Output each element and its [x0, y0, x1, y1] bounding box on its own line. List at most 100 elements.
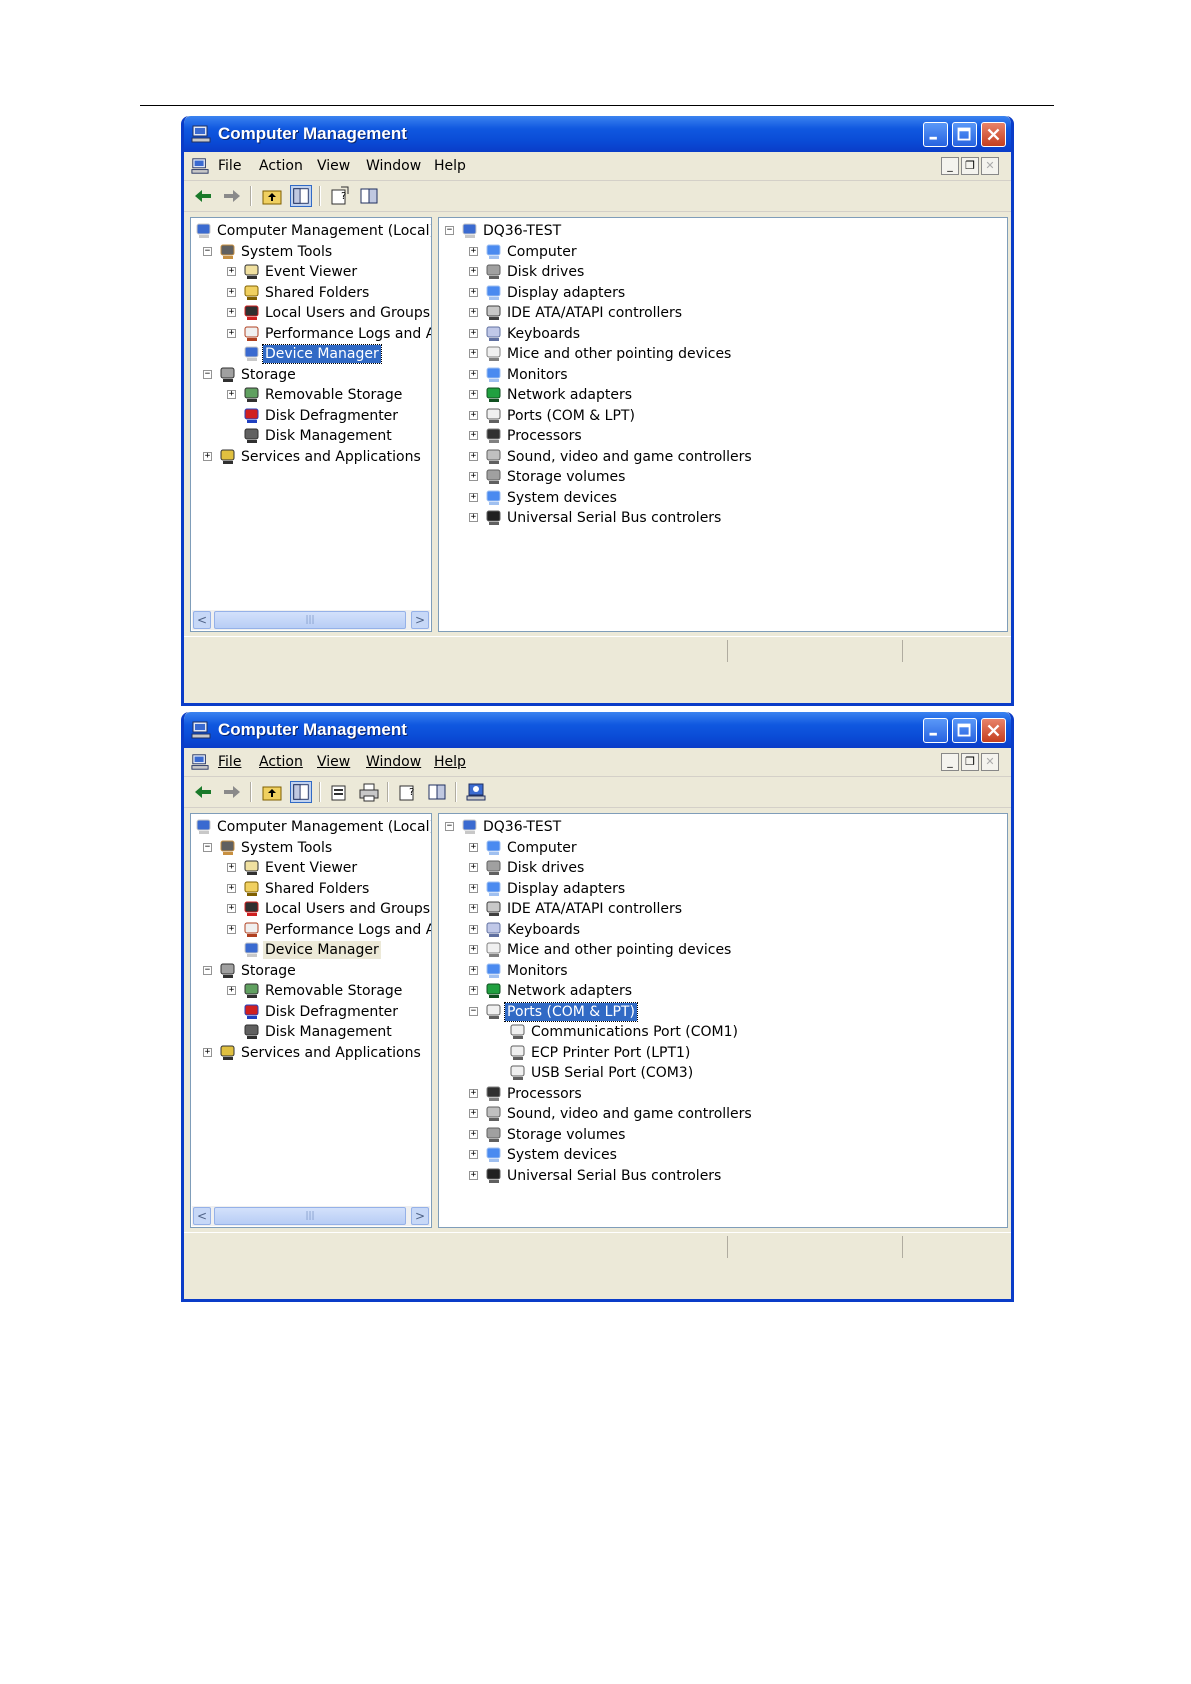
up-folder-icon[interactable] — [261, 781, 283, 803]
expand-icon[interactable]: + — [469, 472, 478, 481]
console-tree-item[interactable]: + Shared Folders — [191, 283, 431, 303]
console-tree-item[interactable]: Disk Management — [191, 1022, 431, 1042]
menu-view[interactable]: View — [317, 158, 350, 174]
close-button[interactable] — [981, 718, 1006, 743]
device-tree-item[interactable]: + Display adapters — [439, 283, 1007, 303]
console-tree-item[interactable]: Computer Management (Local) — [191, 817, 431, 837]
console-tree-item[interactable]: + Services and Applications — [191, 447, 431, 467]
properties-icon[interactable]: ? — [329, 185, 351, 207]
console-tree-item[interactable]: − System Tools — [191, 242, 431, 262]
console-tree-item[interactable]: + Shared Folders — [191, 879, 431, 899]
expand-icon[interactable]: + — [227, 883, 236, 893]
show-hide-tree-icon[interactable] — [290, 781, 312, 803]
expand-icon[interactable]: + — [469, 513, 478, 522]
menu-help[interactable]: Help — [434, 754, 466, 770]
expand-icon[interactable]: + — [469, 1150, 478, 1159]
console-tree-item[interactable]: Disk Management — [191, 426, 431, 446]
expand-icon[interactable]: + — [469, 451, 478, 461]
expand-icon[interactable]: + — [227, 924, 236, 934]
device-tree-item[interactable]: + Computer — [439, 838, 1007, 858]
device-tree-pane[interactable]: − DQ36-TEST + Computer + Disk drives + Disp… — [438, 217, 1008, 632]
console-tree-item[interactable]: + Services and Applications — [191, 1043, 431, 1063]
expand-icon[interactable]: + — [469, 308, 478, 317]
device-tree-item[interactable]: + Network adapters — [439, 981, 1007, 1001]
title-bar[interactable]: Computer Management — [184, 712, 1011, 748]
device-tree-item[interactable]: + Universal Serial Bus controlers — [439, 1166, 1007, 1186]
device-tree-item[interactable]: + System devices — [439, 488, 1007, 508]
device-tree-item[interactable]: USB Serial Port (COM3) — [439, 1063, 1007, 1083]
console-tree-item[interactable]: Device Manager — [191, 940, 431, 960]
expand-icon[interactable]: + — [469, 945, 478, 954]
menu-action[interactable]: Action — [259, 754, 303, 770]
console-tree-item[interactable]: Disk Defragmenter — [191, 1002, 431, 1022]
device-tree-item[interactable]: + Storage volumes — [439, 1125, 1007, 1145]
device-tree-item[interactable]: − DQ36-TEST — [439, 817, 1007, 837]
expand-icon[interactable]: + — [227, 863, 236, 872]
collapse-icon[interactable]: − — [203, 842, 212, 852]
device-tree-item[interactable]: + Sound, video and game controllers — [439, 447, 1007, 467]
expand-icon[interactable]: + — [227, 308, 236, 317]
console-tree-item[interactable]: − Storage — [191, 961, 431, 981]
console-tree-pane[interactable]: Computer Management (Local) − System Tool… — [190, 813, 432, 1228]
expand-icon[interactable]: + — [469, 492, 478, 502]
device-tree-item[interactable]: + System devices — [439, 1145, 1007, 1165]
expand-icon[interactable]: + — [469, 1170, 478, 1180]
show-hide-tree-icon[interactable] — [426, 781, 448, 803]
menu-action[interactable]: Action — [259, 158, 303, 174]
scroll-right-button[interactable]: > — [411, 1207, 429, 1225]
device-tree-item[interactable]: ECP Printer Port (LPT1) — [439, 1043, 1007, 1063]
print-icon[interactable] — [358, 781, 380, 803]
console-tree-item[interactable]: − System Tools — [191, 838, 431, 858]
device-tree-item[interactable]: + Mice and other pointing devices — [439, 940, 1007, 960]
mdi-close-button[interactable]: ✕ — [981, 753, 999, 771]
device-tree-item[interactable]: + Monitors — [439, 365, 1007, 385]
minimize-button[interactable] — [923, 718, 948, 743]
expand-icon[interactable]: + — [469, 1088, 478, 1098]
console-tree-item[interactable]: Disk Defragmenter — [191, 406, 431, 426]
forward-arrow-icon[interactable] — [221, 781, 243, 803]
device-tree-item[interactable]: + Disk drives — [439, 262, 1007, 282]
expand-icon[interactable]: + — [469, 1129, 478, 1139]
device-tree-item[interactable]: + Monitors — [439, 961, 1007, 981]
collapse-icon[interactable]: − — [203, 369, 212, 379]
close-button[interactable] — [981, 122, 1006, 147]
expand-icon[interactable]: + — [469, 431, 478, 440]
device-tree-item[interactable]: + Keyboards — [439, 920, 1007, 940]
device-tree-item[interactable]: + Universal Serial Bus controlers — [439, 508, 1007, 528]
collapse-icon[interactable]: − — [445, 822, 454, 831]
expand-icon[interactable]: + — [469, 410, 478, 420]
console-tree-item[interactable]: + Performance Logs and Alerts — [191, 324, 431, 344]
device-tree-pane[interactable]: − DQ36-TEST + Computer + Disk drives + Disp… — [438, 813, 1008, 1228]
expand-icon[interactable]: + — [227, 328, 236, 338]
collapse-icon[interactable]: − — [203, 965, 212, 975]
expand-icon[interactable]: + — [469, 883, 478, 893]
expand-icon[interactable]: + — [469, 246, 478, 256]
device-tree-item[interactable]: + Network adapters — [439, 385, 1007, 405]
menu-window[interactable]: Window — [366, 754, 421, 770]
device-tree-item[interactable]: + Disk drives — [439, 858, 1007, 878]
help-icon[interactable]: ? — [397, 781, 419, 803]
expand-icon[interactable]: + — [469, 904, 478, 913]
device-tree-item[interactable]: + Computer — [439, 242, 1007, 262]
expand-icon[interactable]: + — [227, 267, 236, 276]
scroll-thumb[interactable]: ||| — [214, 1207, 406, 1225]
collapse-icon[interactable]: − — [203, 246, 212, 256]
menu-file[interactable]: File — [218, 158, 241, 174]
help-icon[interactable] — [358, 185, 380, 207]
device-tree-item[interactable]: + IDE ATA/ATAPI controllers — [439, 303, 1007, 323]
expand-icon[interactable]: + — [227, 287, 236, 297]
device-tree-item[interactable]: − DQ36-TEST — [439, 221, 1007, 241]
up-folder-icon[interactable] — [261, 185, 283, 207]
title-bar[interactable]: Computer Management — [184, 116, 1011, 152]
maximize-button[interactable] — [952, 718, 977, 743]
expand-icon[interactable]: + — [469, 842, 478, 852]
maximize-button[interactable] — [952, 122, 977, 147]
menu-file[interactable]: File — [218, 754, 241, 770]
mdi-minimize-button[interactable]: _ — [941, 157, 959, 175]
expand-icon[interactable]: + — [469, 924, 478, 934]
menu-help[interactable]: Help — [434, 158, 466, 174]
show-hide-tree-icon[interactable] — [290, 185, 312, 207]
console-tree-item[interactable]: + Local Users and Groups — [191, 899, 431, 919]
collapse-icon[interactable]: − — [469, 1006, 478, 1016]
forward-arrow-icon[interactable] — [221, 185, 243, 207]
